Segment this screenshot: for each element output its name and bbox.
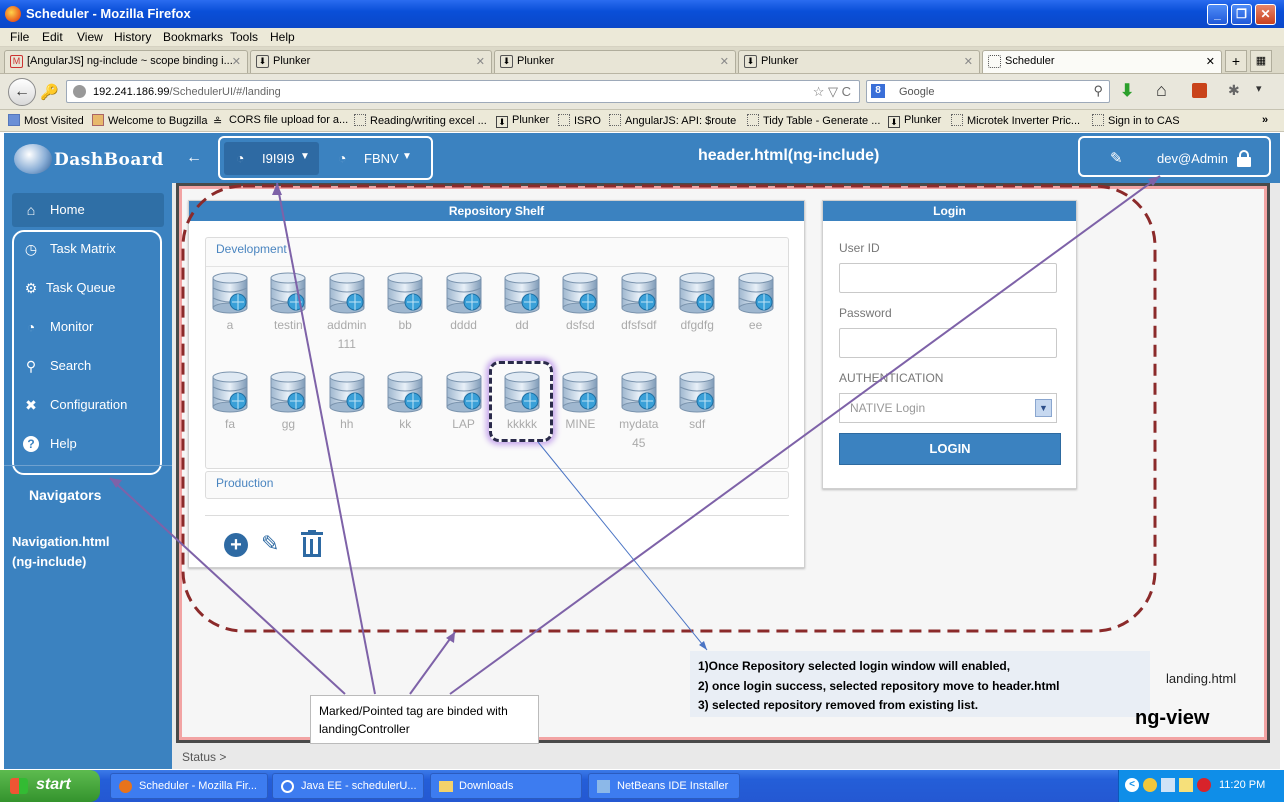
folder-icon [439, 781, 453, 792]
tray-expand-icon[interactable]: < [1125, 778, 1139, 792]
binding-callout: Marked/Pointed tag are binded with landi… [310, 695, 539, 744]
taskbar-item-eclipse[interactable]: Java EE - schedulerU... [272, 773, 424, 799]
landing-annotation: landing.html [1166, 671, 1237, 686]
ng-view-annotation: ng-view [1135, 707, 1210, 729]
tray-pdf-icon[interactable] [1197, 778, 1211, 792]
arrow-to-header-tab [276, 182, 376, 695]
ng-view-dashed-outline [181, 184, 1157, 633]
tray-alert-icon[interactable] [1179, 778, 1193, 792]
taskbar-item-netbeans[interactable]: NetBeans IDE Installer [588, 773, 740, 799]
start-label: start [36, 776, 71, 793]
status-bar: Status > [182, 750, 227, 764]
arrow-to-note [537, 441, 708, 651]
eclipse-icon [281, 780, 294, 793]
netbeans-icon [597, 780, 610, 793]
system-tray: < 11:20 PM [1118, 770, 1284, 802]
note-line-2: 2) once login success, selected reposito… [698, 679, 1060, 693]
tray-app-icon[interactable] [1143, 778, 1157, 792]
taskbar-item-firefox[interactable]: Scheduler - Mozilla Fir... [110, 773, 268, 799]
binding-arrows [109, 175, 1161, 695]
arrow-to-user [449, 175, 1161, 695]
taskbar: start Scheduler - Mozilla Fir... Java EE… [0, 770, 1284, 802]
note-line-1: 1)Once Repository selected login window … [698, 659, 1011, 673]
taskbar-item-downloads[interactable]: Downloads [430, 773, 582, 799]
firefox-icon [119, 780, 132, 793]
tray-network-icon[interactable] [1161, 778, 1175, 792]
note-line-3: 3) selected repository removed from exis… [698, 698, 979, 712]
clock-time: 11:20 PM [1219, 779, 1266, 791]
arrow-to-navigators [109, 477, 346, 695]
windows-logo-icon [10, 778, 28, 794]
start-button[interactable]: start [0, 770, 100, 802]
arrow-to-ng-view [409, 631, 456, 695]
